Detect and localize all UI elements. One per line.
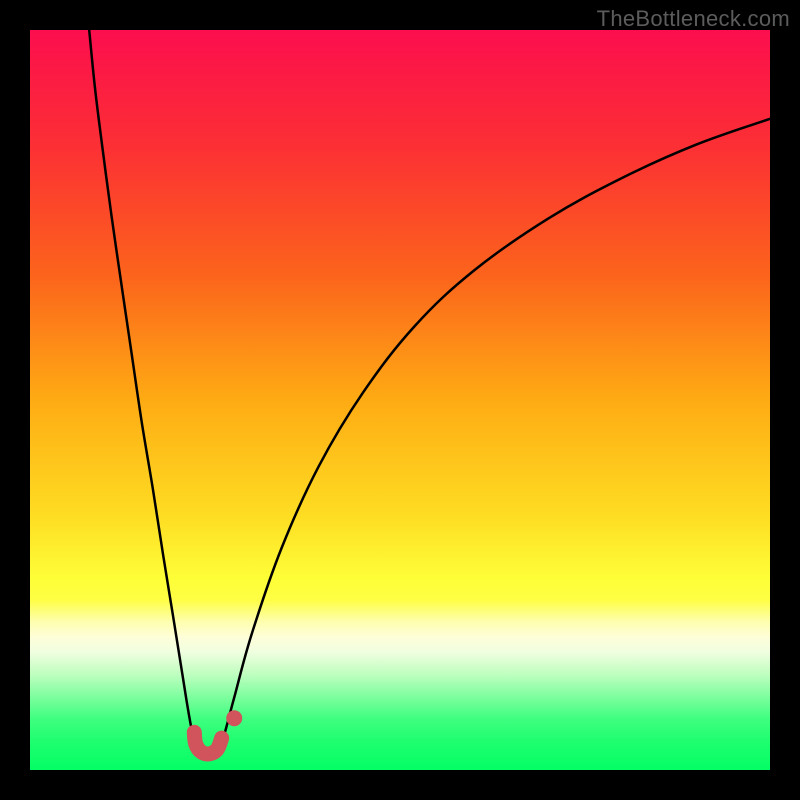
plot-area: [30, 30, 770, 770]
watermark-text: TheBottleneck.com: [597, 6, 790, 32]
curves-svg: [30, 30, 770, 770]
dip-u-marker: [194, 732, 221, 754]
dip-dot-marker: [226, 710, 242, 726]
left-curve-path: [89, 30, 196, 745]
right-curve-path: [221, 119, 770, 745]
chart-stage: TheBottleneck.com: [0, 0, 800, 800]
